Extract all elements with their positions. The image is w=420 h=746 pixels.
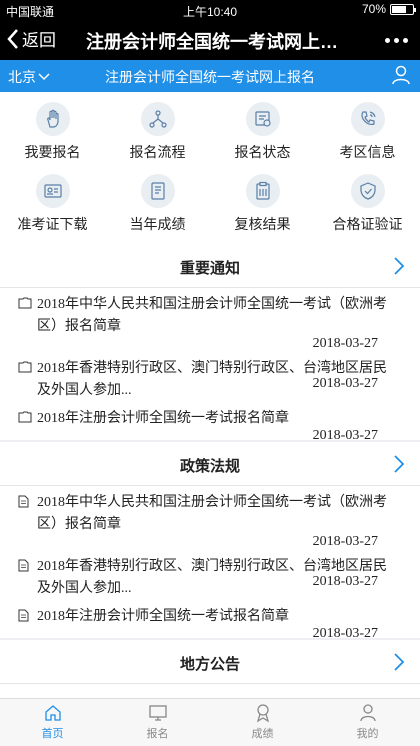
chevron-right-icon	[394, 455, 404, 473]
score-icon	[140, 174, 175, 208]
section-title: 重要通知	[179, 260, 240, 277]
more-icon	[385, 38, 390, 43]
user-icon	[392, 65, 410, 85]
tab-bar: 首页 报名 成绩 我的	[0, 698, 420, 746]
grid-label: 我要报名	[24, 144, 81, 160]
grid-label: 合格证验证	[332, 216, 403, 232]
grid-item-process[interactable]: 报名流程	[105, 96, 210, 168]
news-item[interactable]: 2018年注册会计师全国统一考试报名简章 2018-03-27	[0, 402, 420, 443]
document-icon	[18, 411, 32, 423]
news-item[interactable]: 2018年注册会计师全国统一考试报名简章 2018-03-27	[0, 600, 420, 641]
hand-icon	[35, 102, 70, 136]
grid-label: 报名状态	[234, 144, 291, 160]
award-icon	[256, 704, 269, 723]
policies-section: 政策法规 2018年中华人民共和国注册会计师全国统一考试（欧洲考区）报名简章 2…	[0, 442, 420, 641]
news-title: 2018年注册会计师全国统一考试报名简章	[37, 411, 289, 426]
news-title: 2018年中华人民共和国注册会计师全国统一考试（欧洲考区）报名简章	[37, 495, 387, 532]
grid-label: 当年成绩	[129, 216, 186, 232]
flow-icon	[140, 102, 175, 136]
chevron-right-icon	[394, 257, 404, 275]
battery-fill	[392, 5, 406, 13]
grid-item-admission[interactable]: 准考证下载	[0, 168, 105, 240]
function-grid: 我要报名 报名流程 报名状态 考区信息 准考证下载 当年成绩 复核结果 合格证验…	[0, 92, 420, 244]
news-date: 2018-03-27	[312, 534, 378, 549]
clock: 上午10:40	[182, 5, 238, 19]
back-button[interactable]: 返回	[6, 26, 56, 51]
grid-label: 复核结果	[234, 216, 291, 232]
battery-percent: 70%	[361, 2, 386, 16]
document-icon	[18, 297, 32, 309]
phone-icon	[350, 102, 385, 136]
status-bar: 中国联通 上午10:40 70%	[0, 0, 420, 20]
grid-item-region[interactable]: 考区信息	[315, 96, 420, 168]
tab-apply[interactable]: 报名	[105, 703, 210, 741]
tab-mine[interactable]: 我的	[315, 703, 420, 741]
tab-label: 成绩	[251, 728, 274, 740]
news-item[interactable]: 2018年香港特别行政区、澳门特别行政区、台湾地区居民及外国人参加... 201…	[0, 352, 420, 402]
file-icon	[18, 495, 29, 508]
tab-home[interactable]: 首页	[0, 703, 105, 741]
news-title: 2018年注册会计师全国统一考试报名简章	[37, 609, 289, 624]
news-item[interactable]: 2018年中华人民共和国注册会计师全国统一考试（欧洲考区）报名简章 2018-0…	[0, 288, 420, 351]
home-icon	[44, 705, 61, 721]
status-right: 70%	[361, 2, 416, 16]
more-button[interactable]	[385, 38, 408, 43]
document-icon	[18, 361, 32, 373]
section-title: 地方公告	[179, 656, 240, 673]
user-button[interactable]	[392, 65, 410, 90]
status-icon	[245, 102, 280, 136]
battery-icon	[390, 3, 416, 15]
id-card-icon	[35, 174, 70, 208]
grid-item-review[interactable]: 复核结果	[210, 168, 315, 240]
grid-label: 准考证下载	[17, 216, 88, 232]
sub-header: 北京 注册会计师全国统一考试网上报名	[0, 60, 420, 92]
grid-item-certificate[interactable]: 合格证验证	[315, 168, 420, 240]
news-item[interactable]: 2018年香港特别行政区、澳门特别行政区、台湾地区居民及外国人参加... 201…	[0, 550, 420, 600]
tab-label: 我的	[356, 728, 379, 740]
page-title: 注册会计师全国统一考试网上…	[86, 32, 338, 52]
tab-label: 首页	[41, 728, 64, 740]
news-title: 2018年中华人民共和国注册会计师全国统一考试（欧洲考区）报名简章	[37, 297, 387, 334]
chevron-right-icon	[394, 653, 404, 671]
nav-bar: 返回 注册会计师全国统一考试网上…	[0, 20, 420, 60]
section-title: 政策法规	[179, 458, 240, 475]
clipboard-icon	[245, 174, 280, 208]
tab-scores[interactable]: 成绩	[210, 703, 315, 741]
grid-label: 报名流程	[129, 144, 186, 160]
notices-section: 重要通知 2018年中华人民共和国注册会计师全国统一考试（欧洲考区）报名简章 2…	[0, 244, 420, 443]
news-date: 2018-03-27	[312, 574, 378, 589]
file-icon	[18, 609, 29, 622]
grid-item-apply[interactable]: 我要报名	[0, 96, 105, 168]
person-icon	[359, 704, 376, 722]
local-header[interactable]: 地方公告	[0, 640, 420, 684]
monitor-icon	[148, 705, 167, 721]
news-date: 2018-03-27	[312, 336, 378, 351]
news-item[interactable]: 2018年中华人民共和国注册会计师全国统一考试（欧洲考区）报名简章 2018-0…	[0, 486, 420, 549]
notices-header[interactable]: 重要通知	[0, 244, 420, 288]
chevron-left-icon	[7, 28, 18, 49]
tab-label: 报名	[146, 728, 169, 740]
grid-label: 考区信息	[339, 144, 396, 160]
shield-icon	[350, 174, 385, 208]
back-label: 返回	[22, 31, 56, 50]
local-section: 地方公告	[0, 640, 420, 698]
news-date: 2018-03-27	[312, 376, 378, 391]
file-icon	[18, 559, 29, 572]
policies-header[interactable]: 政策法规	[0, 442, 420, 486]
sub-header-title: 注册会计师全国统一考试网上报名	[105, 69, 315, 85]
grid-item-score[interactable]: 当年成绩	[105, 168, 210, 240]
grid-item-status[interactable]: 报名状态	[210, 96, 315, 168]
